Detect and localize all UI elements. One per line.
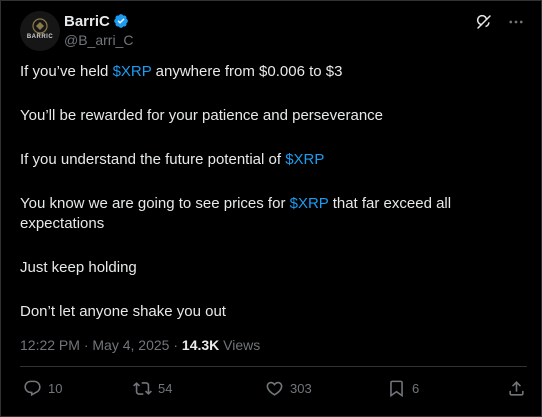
bookmark-button[interactable]: 6 [387,379,419,398]
heart-icon [266,381,283,396]
tweet-text: If you’ve held $XRP anywhere from $0.006… [20,62,511,322]
tweet-paragraph: If you’ve held $XRP anywhere from $0.006… [20,62,511,82]
tweet-paragraph: Don’t let anyone shake you out [20,302,511,322]
verified-badge-icon [114,14,128,28]
tweet-paragraph: You know we are going to see prices for … [20,194,511,234]
retweet-button[interactable]: 54 [133,379,172,398]
like-count: 303 [290,381,312,396]
cashtag-link[interactable]: $XRP [285,151,324,168]
display-name-row: BarriC [64,12,133,30]
retweet-count: 54 [158,381,173,396]
tweet-text-segment: If you’ve held [20,63,113,80]
views-label: Views [223,337,261,353]
tweet-text-segment: Don’t let anyone shake you out [20,303,226,320]
action-bar: 10 54 303 6 [23,379,526,401]
tweet-paragraph: If you understand the future potential o… [20,150,511,170]
meta-separator: · [169,337,182,353]
tweet-card[interactable]: BARRIC BarriC @B_arri_C If you’ve held $… [0,0,542,417]
tweet-text-segment: If you understand the future potential o… [20,151,286,168]
tweet-text-segment: You’ll be rewarded for your patience and… [20,107,384,124]
bookmark-icon [390,380,403,398]
author-handle[interactable]: @B_arri_C [64,32,133,48]
more-horizontal-icon[interactable] [507,13,525,31]
cashtag-link[interactable]: $XRP [290,195,329,212]
tweet-text-segment: Just keep holding [20,259,137,276]
tweet-header: BARRIC BarriC @B_arri_C [20,11,527,51]
divider [20,366,527,367]
cashtag-link[interactable]: $XRP [113,63,152,80]
views-count: 14.3K [181,337,220,353]
tweet-time[interactable]: 12:22 PM [20,337,80,353]
tweet-paragraph: Just keep holding [20,258,511,278]
retweet-icon [133,382,152,395]
grok-icon[interactable] [475,13,493,31]
share-button[interactable] [507,379,526,398]
share-icon [509,381,524,396]
reply-button[interactable]: 10 [23,379,62,398]
avatar[interactable]: BARRIC [20,11,60,51]
tweet-date[interactable]: May 4, 2025 [92,337,169,353]
reply-count: 10 [48,381,63,396]
header-actions [475,13,525,31]
reply-icon [24,380,41,397]
like-button[interactable]: 303 [265,379,312,398]
display-name[interactable]: BarriC [64,13,110,30]
tweet-text-segment: You know we are going to see prices for [20,195,290,212]
meta-separator: · [79,337,93,353]
tweet-text-segment: anywhere from $0.006 to $3 [151,63,343,80]
avatar-text: BARRIC [26,34,54,40]
tweet-meta: 12:22 PM · May 4, 2025 · 14.3K Views [20,336,260,354]
author-names: BarriC @B_arri_C [64,12,133,49]
avatar-emblem-icon [20,11,60,51]
bookmark-count: 6 [412,381,420,396]
tweet-paragraph: You’ll be rewarded for your patience and… [20,106,511,126]
